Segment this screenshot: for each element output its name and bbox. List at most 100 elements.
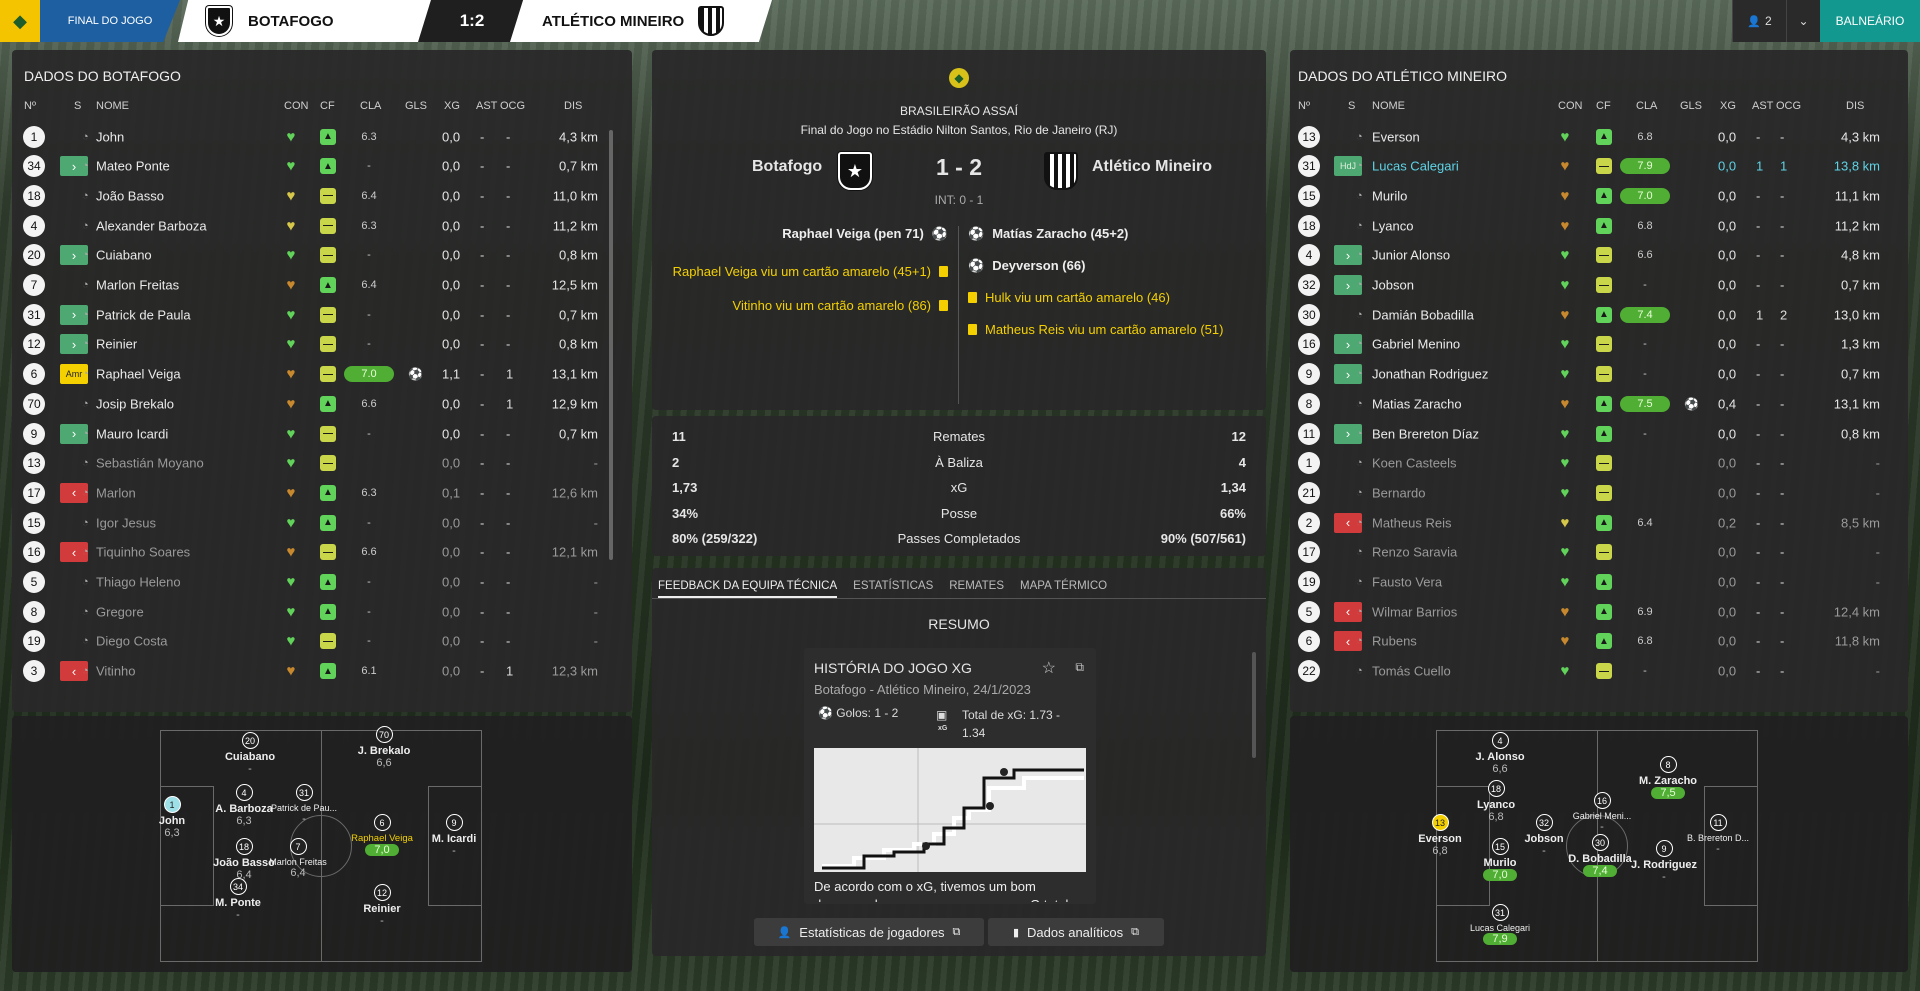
pitch-player[interactable]: 1 John 6,3 <box>132 796 212 839</box>
player-name[interactable]: Everson <box>1372 129 1420 144</box>
col-dis[interactable]: DIS <box>1846 100 1864 112</box>
player-row[interactable]: 32 › ◔ Jobson ♥ — -0,0- -0,7 km <box>1290 271 1908 300</box>
player-row[interactable]: 12 › ◔ Reinier ♥ — -0,0- -0,8 km <box>12 330 632 359</box>
col-ast[interactable]: AST <box>1752 100 1773 112</box>
col-cf[interactable]: CF <box>320 100 335 112</box>
tab-estatísticas[interactable]: ESTATÍSTICAS <box>853 580 933 598</box>
player-row[interactable]: 17 ‹ ◔ Marlon ♥ ▲ 6.3 0,1- -12,6 km <box>12 478 632 507</box>
player-row[interactable]: 3 ‹ ◔ Vitinho ♥ ▲ 6.1 0,0-1 12,3 km <box>12 657 632 686</box>
player-row[interactable]: 18 ◔ Lyanco ♥ ▲ 6.8 0,0 - - 11,2 km <box>1290 211 1908 240</box>
player-row[interactable]: 1 ◔ Koen Casteels ♥ — 0,0 - - - <box>1290 449 1908 478</box>
player-row[interactable]: 7 ◔ Marlon Freitas ♥ ▲ 6.4 0,0 - - 12,5 km <box>12 271 632 300</box>
away-team-banner[interactable]: ATLÉTICO MINEIRO <box>510 0 772 42</box>
col-dis[interactable]: DIS <box>564 100 582 112</box>
balneario-button[interactable]: BALNEÁRIO <box>1820 0 1920 42</box>
player-name[interactable]: Fausto Vera <box>1372 575 1442 590</box>
col-con[interactable]: CON <box>284 100 308 112</box>
pitch-player[interactable]: 20 Cuiabano - <box>210 732 290 775</box>
external-link-icon[interactable]: ⧉ <box>1075 660 1084 675</box>
pitch-player[interactable]: 6 Raphael Veiga 7,0 <box>342 814 422 856</box>
scrollbar[interactable] <box>1252 652 1256 758</box>
player-row[interactable]: 31 HdJ ◔ Lucas Calegari ♥ —7.9 0,0 1 1 13,8 km <box>1290 152 1908 181</box>
col-gls[interactable]: GLS <box>405 100 427 112</box>
player-row[interactable]: 18 ◔ João Basso ♥ — 6.4 0,0 - - 11,0 km <box>12 181 632 210</box>
player-name[interactable]: Alexander Barboza <box>96 218 207 233</box>
col-ast[interactable]: AST <box>476 100 497 112</box>
pitch-player[interactable]: 31 Lucas Calegari 7,9 <box>1460 904 1540 945</box>
col-con[interactable]: CON <box>1558 100 1582 112</box>
player-row[interactable]: 17 ◔ Renzo Saravia ♥ — 0,0 - - - <box>1290 538 1908 567</box>
col-cla[interactable]: CLA <box>1636 100 1657 112</box>
player-stats-button[interactable]: 👤 Estatísticas de jogadores ⧉ <box>754 918 984 946</box>
player-name[interactable]: Wilmar Barrios <box>1372 604 1457 619</box>
player-row[interactable]: 31 › ◔ Patrick de Paula ♥ — -0,0- -0,7 km <box>12 300 632 329</box>
player-row[interactable]: 19 ◔ Diego Costa ♥ — - 0,0 - - - <box>12 627 632 656</box>
player-name[interactable]: Lucas Calegari <box>1372 159 1459 174</box>
player-name[interactable]: Mateo Ponte <box>96 159 170 174</box>
player-row[interactable]: 9 › ◔ Mauro Icardi ♥ — -0,0- -0,7 km <box>12 419 632 448</box>
col-name[interactable]: NOME <box>96 100 129 112</box>
pitch-player[interactable]: 8 M. Zaracho 7,5 <box>1628 756 1708 799</box>
player-name[interactable]: Igor Jesus <box>96 515 156 530</box>
player-row[interactable]: 21 ◔ Bernardo ♥ — 0,0 - - - <box>1290 478 1908 507</box>
scrollbar[interactable] <box>609 130 613 560</box>
player-row[interactable]: 22 ◔ Tomás Cuello ♥ — - 0,0 - - - <box>1290 657 1908 686</box>
col-name[interactable]: NOME <box>1372 100 1405 112</box>
player-row[interactable]: 13 ◔ Everson ♥ ▲ 6.8 0,0 - - 4,3 km <box>1290 122 1908 151</box>
player-name[interactable]: Mauro Icardi <box>96 426 168 441</box>
star-icon[interactable]: ☆ <box>1042 658 1056 678</box>
player-name[interactable]: Diego Costa <box>96 634 168 649</box>
player-name[interactable]: Tomás Cuello <box>1372 664 1451 679</box>
player-row[interactable]: 4 ◔ Alexander Barboza ♥ — 6.3 0,0 - - 11,2 km <box>12 211 632 240</box>
player-row[interactable]: 8 ◔ Matias Zaracho ♥ ▲ 7.5 ⚽ 0,4 - - 13,1 km <box>1290 389 1908 418</box>
player-name[interactable]: Matias Zaracho <box>1372 396 1462 411</box>
player-name[interactable]: Damián Bobadilla <box>1372 307 1474 322</box>
player-row[interactable]: 5 ◔ Thiago Heleno ♥ ▲ - 0,0 - - - <box>12 568 632 597</box>
col-ocg[interactable]: OCG <box>500 100 525 112</box>
col-cf[interactable]: CF <box>1596 100 1611 112</box>
player-name[interactable]: Thiago Heleno <box>96 575 181 590</box>
player-row[interactable]: 6 ‹ ◔ Rubens ♥ ▲ 6.8 0,0- -11,8 km <box>1290 627 1908 656</box>
pitch-player[interactable]: 12 Reinier - <box>342 884 422 927</box>
player-row[interactable]: 13 ◔ Sebastián Moyano ♥ — 0,0 - - - <box>12 449 632 478</box>
player-name[interactable]: John <box>96 129 124 144</box>
xg-story-card[interactable]: HISTÓRIA DO JOGO XG ☆ ⧉ Botafogo - Atlét… <box>804 648 1096 904</box>
player-name[interactable]: Reinier <box>96 337 137 352</box>
player-name[interactable]: Sebastián Moyano <box>96 456 204 471</box>
player-row[interactable]: 4 › ◔ Junior Alonso ♥ —6.6 0,0- -4,8 km <box>1290 241 1908 270</box>
analytics-button[interactable]: ▮ Dados analíticos ⧉ <box>988 918 1164 946</box>
pitch-player[interactable]: 70 J. Brekalo 6,6 <box>344 726 424 769</box>
users-button[interactable]: 👤 2 <box>1732 0 1786 42</box>
player-row[interactable]: 9 › ◔ Jonathan Rodriguez ♥ — -0,0- -0,7 km <box>1290 360 1908 389</box>
player-name[interactable]: Rubens <box>1372 634 1417 649</box>
player-row[interactable]: 1 ◔ John ♥ ▲ 6.3 0,0 - - 4,3 km <box>12 122 632 151</box>
player-name[interactable]: Junior Alonso <box>1372 248 1450 263</box>
player-name[interactable]: Tiquinho Soares <box>96 545 190 560</box>
summary-away-team[interactable]: Atlético Mineiro <box>1092 158 1212 176</box>
player-row[interactable]: 34 › ◔ Mateo Ponte ♥ ▲ -0,0- -0,7 km <box>12 152 632 181</box>
player-row[interactable]: 8 ◔ Gregore ♥ ▲ - 0,0 - - - <box>12 597 632 626</box>
player-row[interactable]: 19 ◔ Fausto Vera ♥ ▲ 0,0 - - - <box>1290 568 1908 597</box>
player-name[interactable]: Jonathan Rodriguez <box>1372 367 1488 382</box>
player-name[interactable]: Josip Brekalo <box>96 396 174 411</box>
player-row[interactable]: 16 › ◔ Gabriel Menino ♥ — -0,0- -1,3 km <box>1290 330 1908 359</box>
chevron-down-icon[interactable]: ⌄ <box>1786 0 1820 42</box>
tab-remates[interactable]: REMATES <box>949 580 1004 598</box>
player-row[interactable]: 20 › ◔ Cuiabano ♥ — -0,0- -0,8 km <box>12 241 632 270</box>
col-xg[interactable]: XG <box>444 100 460 112</box>
player-name[interactable]: Renzo Saravia <box>1372 545 1457 560</box>
player-row[interactable]: 5 ‹ ◔ Wilmar Barrios ♥ ▲ 6.9 0,0- -12,4 km <box>1290 597 1908 626</box>
player-row[interactable]: 16 ‹ ◔ Tiquinho Soares ♥ —6.6 0,0- -12,1 km <box>12 538 632 567</box>
player-name[interactable]: Murilo <box>1372 188 1407 203</box>
pitch-player[interactable]: 11 B. Brereton D... - <box>1678 814 1758 855</box>
player-name[interactable]: Matheus Reis <box>1372 515 1451 530</box>
player-name[interactable]: Lyanco <box>1372 218 1413 233</box>
col-gls[interactable]: GLS <box>1680 100 1702 112</box>
tab-mapa[interactable]: MAPA TÉRMICO <box>1020 580 1107 598</box>
pitch-player[interactable]: 34 M. Ponte - <box>198 878 278 921</box>
player-row[interactable]: 2 ‹ ◔ Matheus Reis ♥ ▲ 6.4 0,2- -8,5 km <box>1290 508 1908 537</box>
player-name[interactable]: Bernardo <box>1372 485 1425 500</box>
player-row[interactable]: 11 › ◔ Ben Brereton Díaz ♥ ▲ -0,0- -0,8 km <box>1290 419 1908 448</box>
player-name[interactable]: Raphael Veiga <box>96 367 181 382</box>
col-xg[interactable]: XG <box>1720 100 1736 112</box>
